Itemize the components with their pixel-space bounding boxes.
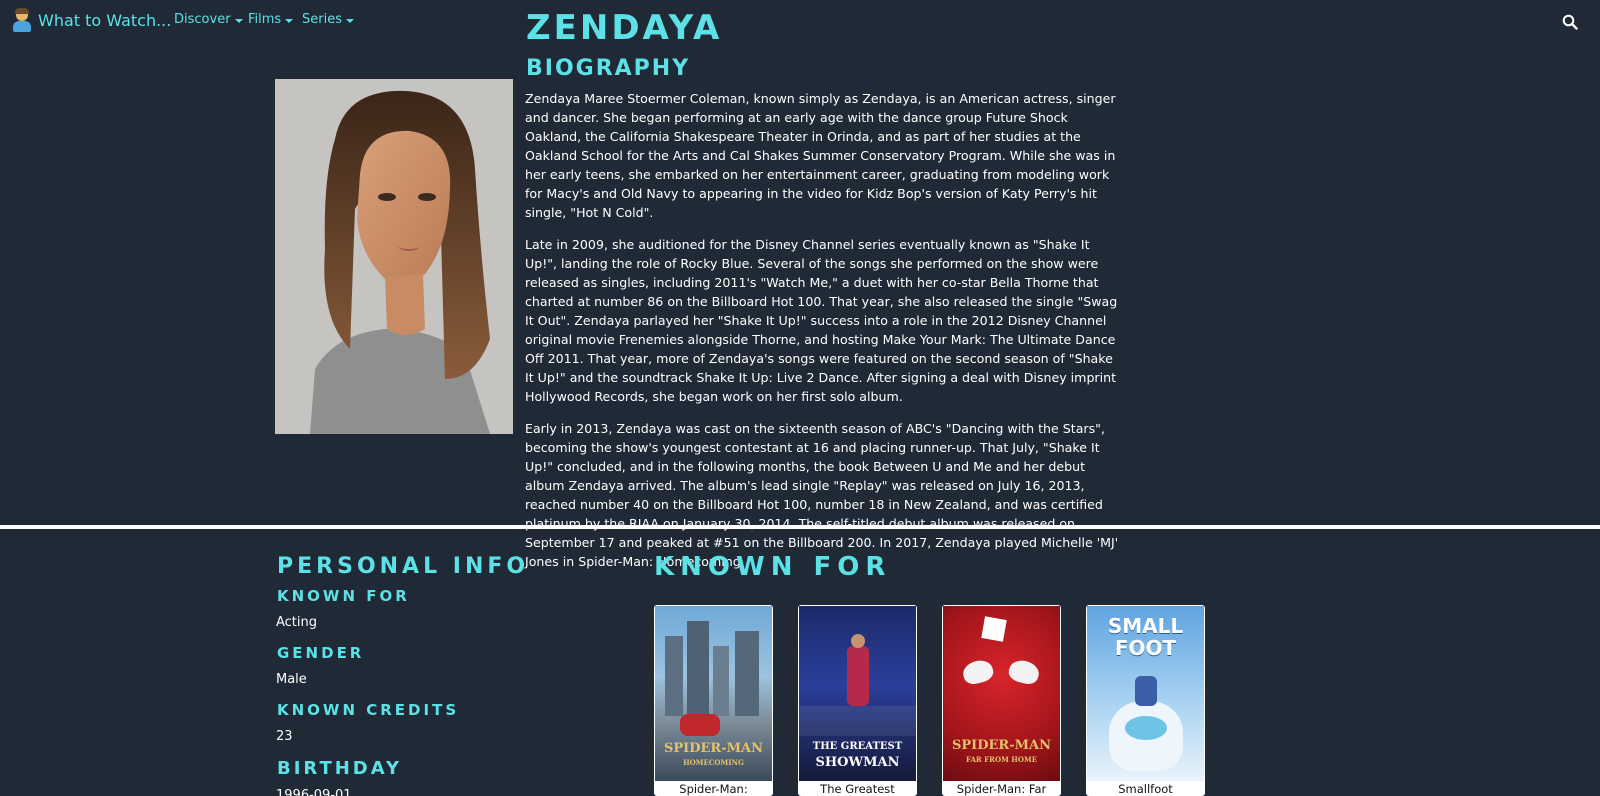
movie-poster: SPIDER-MAN FAR FROM HOME: [943, 606, 1060, 781]
caret-down-icon: [285, 18, 294, 23]
movie-title: Spider-Man: Far: [956, 782, 1047, 796]
brand-link[interactable]: What to Watch...: [10, 8, 171, 32]
gender-label: GENDER: [277, 644, 365, 662]
nav-discover-label: Discover: [174, 12, 231, 27]
poster-title-art: SMALL: [1107, 614, 1184, 638]
brand-label: What to Watch...: [38, 10, 172, 30]
personal-info-heading: PERSONAL INFO: [277, 554, 530, 579]
caret-down-icon: [234, 18, 243, 23]
birthday-value: 1996-09-01: [276, 788, 352, 796]
known-for-value: Acting: [276, 615, 318, 630]
poster-title-art: THE GREATEST: [812, 741, 903, 752]
biography-paragraph: Zendaya Maree Stoermer Coleman, known si…: [525, 91, 1116, 220]
poster-subtitle-art: FOOT: [1114, 636, 1177, 660]
person-icon: [10, 8, 34, 32]
movie-title: The Greatest: [820, 782, 895, 796]
movie-card[interactable]: THE GREATEST SHOWMAN The Greatest: [798, 605, 917, 796]
gender-value: Male: [276, 672, 307, 687]
movie-poster: SMALL FOOT: [1087, 606, 1204, 781]
movie-card[interactable]: SPIDER-MAN HOMECOMING Spider-Man:: [654, 605, 773, 796]
movie-poster: SPIDER-MAN HOMECOMING: [655, 606, 772, 781]
search-icon[interactable]: [1562, 14, 1578, 30]
biography-paragraph: Early in 2013, Zendaya was cast on the s…: [525, 421, 1119, 569]
poster-title-art: SPIDER-MAN: [664, 741, 763, 756]
section-divider: [0, 525, 1600, 529]
poster-subtitle-art: FAR FROM HOME: [965, 755, 1038, 764]
poster-subtitle-art: SHOWMAN: [815, 755, 900, 770]
biography-heading: BIOGRAPHY: [526, 56, 691, 81]
nav-films-dropdown[interactable]: Films: [248, 12, 294, 27]
nav-discover-dropdown[interactable]: Discover: [174, 12, 243, 27]
nav-series-label: Series: [302, 12, 342, 27]
biography-paragraph: Late in 2009, she auditioned for the Dis…: [525, 237, 1118, 404]
caret-down-icon: [345, 18, 354, 23]
nav-films-label: Films: [248, 12, 282, 27]
movie-title: Spider-Man:: [679, 782, 748, 796]
poster-title-art: SPIDER-MAN: [952, 738, 1051, 753]
person-portrait: [275, 79, 513, 434]
movie-title: Smallfoot: [1118, 782, 1173, 796]
known-credits-label: KNOWN CREDITS: [277, 701, 460, 719]
biography: Zendaya Maree Stoermer Coleman, known si…: [525, 89, 1125, 584]
known-for-heading: KNOWN FOR: [654, 552, 892, 582]
movie-poster: THE GREATEST SHOWMAN: [799, 606, 916, 781]
person-name: ZENDAYA: [526, 8, 723, 48]
navbar: What to Watch... Discover Films Series: [0, 0, 1600, 42]
poster-subtitle-art: HOMECOMING: [683, 758, 744, 767]
movie-card[interactable]: SMALL FOOT Smallfoot: [1086, 605, 1205, 796]
known-for-label: KNOWN FOR: [277, 587, 410, 605]
nav-series-dropdown[interactable]: Series: [302, 12, 354, 27]
movie-card[interactable]: SPIDER-MAN FAR FROM HOME Spider-Man: Far: [942, 605, 1061, 796]
known-credits-value: 23: [276, 729, 293, 744]
birthday-label: BIRTHDAY: [277, 758, 402, 779]
